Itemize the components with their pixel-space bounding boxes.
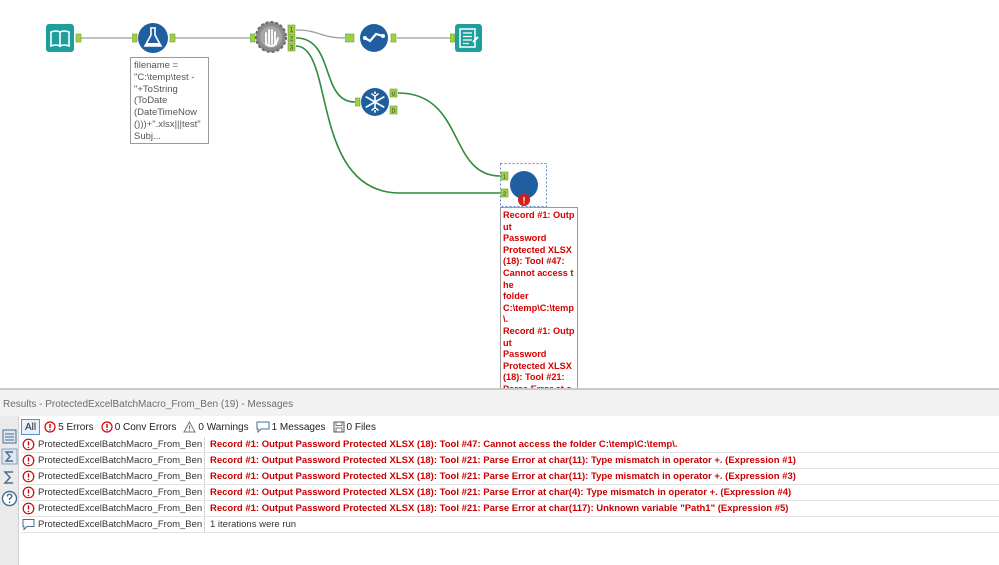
results-window: Results - ProtectedExcelBatchMacro_From_… bbox=[0, 388, 999, 565]
message-text: Record #1: Output Password Protected XLS… bbox=[210, 503, 789, 514]
filter-errors-button[interactable]: 5 Errors bbox=[42, 419, 97, 435]
error-icon bbox=[22, 438, 35, 451]
message-row[interactable]: ProtectedExcelBatchMacro_From_Ben (19) Re… bbox=[21, 501, 999, 517]
filter-messages-button[interactable]: 1 Messages bbox=[254, 419, 329, 435]
filter-conv-errors-button[interactable]: 0 Conv Errors bbox=[99, 419, 180, 435]
batch-macro-tool[interactable]: 1 2 3 bbox=[249, 20, 300, 59]
message-source: ProtectedExcelBatchMacro_From_Ben (19) bbox=[38, 437, 205, 452]
formula-tool[interactable] bbox=[131, 20, 178, 61]
error-icon bbox=[22, 454, 35, 467]
conv-error-icon bbox=[101, 421, 113, 433]
error-icon bbox=[22, 502, 35, 515]
message-row[interactable]: ProtectedExcelBatchMacro_From_Ben (19) Re… bbox=[21, 453, 999, 469]
message-row[interactable]: ProtectedExcelBatchMacro_From_Ben (19) 1 … bbox=[21, 517, 999, 533]
formula-annotation: filename = "C:\temp\test - "+ToString (T… bbox=[130, 57, 209, 144]
error-annotation: Record #1: Output Password Protected XLS… bbox=[500, 207, 578, 388]
sum-icon[interactable] bbox=[1, 448, 18, 465]
error-icon bbox=[22, 486, 35, 499]
message-source: ProtectedExcelBatchMacro_From_Ben (19) bbox=[38, 485, 205, 500]
message-bubble-icon bbox=[256, 421, 270, 433]
sigma-icon[interactable] bbox=[1, 469, 18, 486]
message-source: ProtectedExcelBatchMacro_From_Ben (19) bbox=[38, 469, 205, 484]
message-text: Record #1: Output Password Protected XLS… bbox=[210, 455, 796, 466]
messages-table: ProtectedExcelBatchMacro_From_Ben (19) Re… bbox=[21, 437, 999, 533]
warning-icon bbox=[183, 421, 197, 433]
message-source: ProtectedExcelBatchMacro_From_Ben (19) bbox=[38, 453, 205, 468]
browse-tool[interactable] bbox=[449, 22, 484, 59]
error-icon bbox=[22, 470, 35, 483]
message-row[interactable]: ProtectedExcelBatchMacro_From_Ben (19) Re… bbox=[21, 469, 999, 485]
message-bubble-icon bbox=[22, 519, 35, 531]
output-input-2-label: 2 bbox=[503, 192, 506, 198]
filter-warnings-button[interactable]: 0 Warnings bbox=[181, 419, 251, 435]
filter-files-button[interactable]: 0 Files bbox=[331, 419, 379, 435]
message-filter-bar: All 5 Errors 0 Conv Errors 0 Warnings 1 … bbox=[21, 419, 381, 435]
message-text: Record #1: Output Password Protected XLS… bbox=[210, 487, 792, 498]
message-text: Record #1: Output Password Protected XLS… bbox=[210, 471, 796, 482]
workflow-canvas[interactable]: filename = "C:\temp\test - "+ToString (T… bbox=[0, 0, 999, 388]
input-data-tool[interactable] bbox=[46, 23, 86, 58]
summarize-tool[interactable]: U D bbox=[354, 86, 401, 125]
summarize-output-u-label: U bbox=[392, 92, 396, 98]
error-icon bbox=[44, 421, 56, 433]
output-input-1-label: 1 bbox=[503, 175, 506, 181]
message-text: 1 iterations were run bbox=[210, 519, 297, 530]
results-title: Results - ProtectedExcelBatchMacro_From_… bbox=[0, 388, 999, 416]
message-text: Record #1: Output Password Protected XLS… bbox=[210, 439, 678, 450]
help-icon[interactable] bbox=[1, 490, 18, 507]
output-macro-tool[interactable]: 1 2 ! bbox=[500, 163, 548, 213]
results-side-toolbar bbox=[0, 416, 19, 565]
message-source: ProtectedExcelBatchMacro_From_Ben (19) bbox=[38, 501, 205, 516]
filter-all-button[interactable]: All bbox=[21, 419, 41, 435]
list-view-icon[interactable] bbox=[1, 428, 18, 445]
wire-macro-to-filter bbox=[295, 29, 346, 39]
wire-summarize-to-output bbox=[397, 92, 501, 177]
svg-text:!: ! bbox=[523, 196, 526, 206]
message-source: ProtectedExcelBatchMacro_From_Ben (19) bbox=[38, 517, 205, 532]
message-row[interactable]: ProtectedExcelBatchMacro_From_Ben (19) Re… bbox=[21, 485, 999, 501]
summarize-output-d-label: D bbox=[392, 109, 396, 115]
filter-tool[interactable] bbox=[344, 22, 399, 59]
file-save-icon bbox=[333, 421, 345, 433]
message-row[interactable]: ProtectedExcelBatchMacro_From_Ben (19) Re… bbox=[21, 437, 999, 453]
